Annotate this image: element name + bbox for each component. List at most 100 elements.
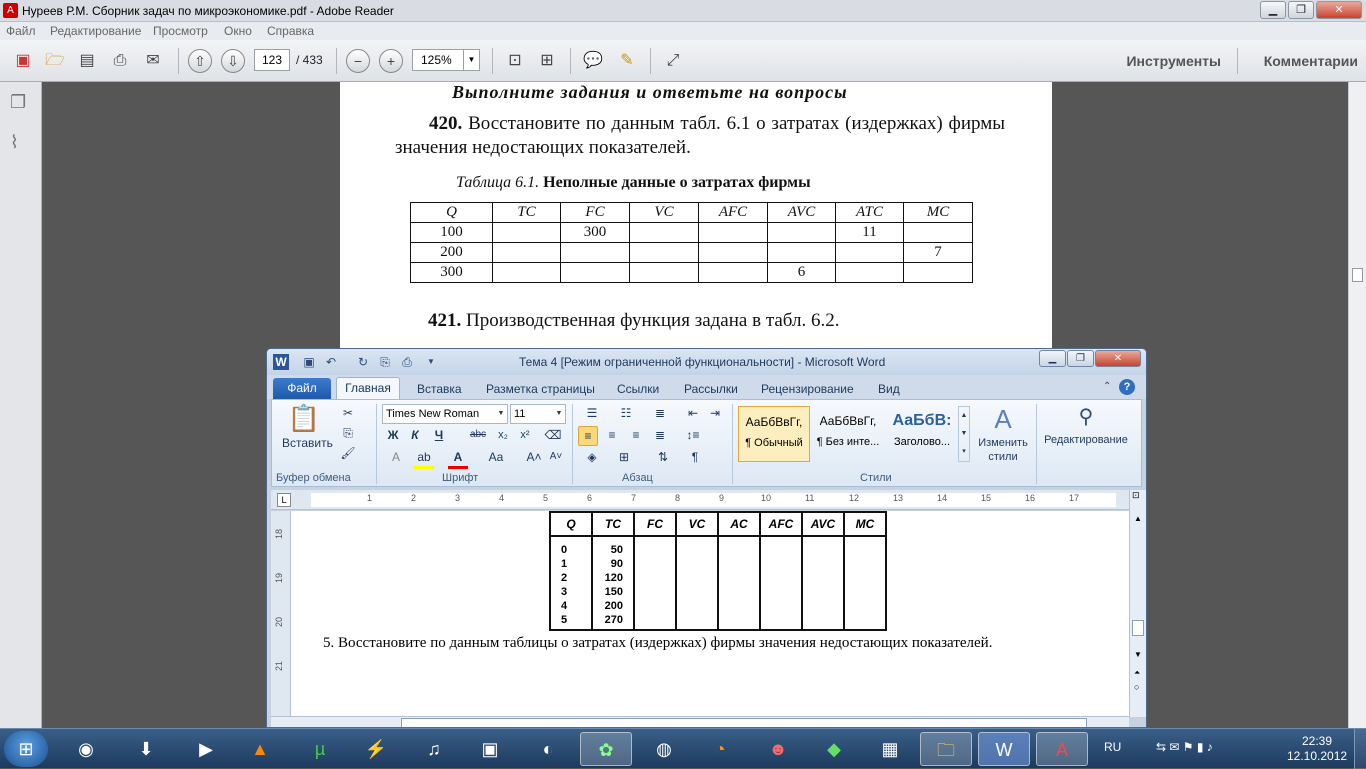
style-normal[interactable]: АаБбВвГг, ¶ Обычный xyxy=(738,406,810,462)
zoom-out-button[interactable]: − xyxy=(346,49,370,73)
itunes-icon[interactable]: ♫ xyxy=(408,732,460,766)
strikethrough-button[interactable]: abc xyxy=(466,426,490,444)
multilevel-list-icon[interactable]: ≣ xyxy=(646,404,674,422)
word-minimize-button[interactable]: ▁ xyxy=(1039,350,1066,367)
fit-width-icon[interactable]: ⊞ xyxy=(534,48,560,74)
align-right-button[interactable]: ≡ xyxy=(626,426,646,444)
font-size-select[interactable]: 11 ▼ xyxy=(510,404,566,424)
language-indicator[interactable]: RU xyxy=(1104,740,1121,754)
redo-icon[interactable]: ↻ xyxy=(355,354,371,370)
numbering-icon[interactable]: ☷ xyxy=(612,404,640,422)
print-icon[interactable]: ⎙ xyxy=(399,354,415,370)
print-icon[interactable]: ⎙ xyxy=(107,48,133,74)
comment-icon[interactable]: 💬 xyxy=(580,48,606,74)
tools-button[interactable]: Инструменты xyxy=(1126,53,1221,69)
justify-button[interactable]: ≣ xyxy=(650,426,670,444)
vlc-icon[interactable]: ▲ xyxy=(234,732,286,766)
word-document-page[interactable]: Q TC FC VC AC AFC AVC MC 0 1 2 3 4 5 50 … xyxy=(291,511,1129,716)
editing-button[interactable]: ⚲ Редактирование xyxy=(1040,402,1132,462)
adobe-taskbar-icon[interactable]: A xyxy=(1036,732,1088,766)
highlight-icon[interactable]: ab xyxy=(414,448,434,469)
winamp-icon[interactable]: ⚡ xyxy=(350,732,402,766)
menu-help[interactable]: Справка xyxy=(267,24,314,38)
show-marks-icon[interactable]: ¶ xyxy=(686,448,704,466)
underline-button[interactable]: Ч xyxy=(430,426,448,444)
shading-icon[interactable]: ◈ xyxy=(580,448,604,466)
prev-page-icon[interactable]: ⏶ xyxy=(1134,668,1140,678)
pages-icon[interactable]: ❐ xyxy=(10,92,26,113)
virtualbox-icon[interactable]: ▣ xyxy=(464,732,516,766)
font-name-select[interactable]: Times New Roman ▼ xyxy=(382,404,508,424)
copy-icon[interactable]: ⎘ xyxy=(340,424,356,442)
save-icon[interactable]: ▣ xyxy=(301,354,317,370)
chrome-icon[interactable]: ◉ xyxy=(60,732,112,766)
google-earth-icon[interactable]: ◍ xyxy=(638,732,690,766)
cut-icon[interactable]: ✂ xyxy=(340,404,356,422)
superscript-button[interactable]: x² xyxy=(516,426,534,444)
word-close-button[interactable]: ✕ xyxy=(1095,350,1141,367)
change-case-icon[interactable]: Aa xyxy=(484,448,508,466)
hscroll-thumb[interactable] xyxy=(401,718,1087,727)
comments-button[interactable]: Комментарии xyxy=(1264,53,1358,69)
word-taskbar-icon[interactable]: W xyxy=(978,732,1030,766)
sort-icon[interactable]: ⇅ xyxy=(654,448,672,466)
game-icon[interactable]: ◔ xyxy=(694,732,746,766)
pdf-scrollbar[interactable] xyxy=(1348,82,1366,728)
explorer-icon[interactable]: 🗀 xyxy=(920,732,972,766)
attachment-icon[interactable]: ⌇ xyxy=(10,132,19,153)
email-icon[interactable]: ✉ xyxy=(140,48,166,74)
tab-home[interactable]: Главная xyxy=(336,377,400,399)
help-icon[interactable]: ? xyxy=(1119,379,1135,395)
align-center-button[interactable]: ≡ xyxy=(602,426,622,444)
ruler-toggle-icon[interactable]: ⊡ xyxy=(1132,490,1140,501)
align-left-button[interactable]: ≡ xyxy=(578,426,598,446)
open-file-icon[interactable]: 🗁 xyxy=(42,48,68,74)
word-maximize-button[interactable]: ❐ xyxy=(1067,350,1094,367)
next-page-button[interactable]: ⇩ xyxy=(221,49,245,73)
borders-icon[interactable]: ⊞ xyxy=(612,448,636,466)
fullscreen-icon[interactable]: ⤢ xyxy=(660,48,686,74)
increase-indent-icon[interactable]: ⇥ xyxy=(706,404,724,422)
prev-page-button[interactable]: ⇧ xyxy=(188,49,212,73)
qip-icon[interactable]: ✿ xyxy=(580,732,632,766)
create-pdf-icon[interactable]: ▣ xyxy=(10,48,36,74)
clear-format-icon[interactable]: ⌫ xyxy=(544,426,562,444)
style-heading[interactable]: АаБбВ: Заголово... xyxy=(886,406,958,462)
rayman-icon[interactable]: ☻ xyxy=(752,732,804,766)
shrink-font-icon[interactable]: A˅ xyxy=(546,448,566,466)
sims-icon[interactable]: ◆ xyxy=(808,732,860,766)
browse-object-icon[interactable]: ○ xyxy=(1134,682,1139,692)
close-button[interactable]: ✕ xyxy=(1316,1,1362,19)
app-icon[interactable]: ◐ xyxy=(522,732,574,766)
zoom-select[interactable]: 125% ▼ xyxy=(412,49,480,71)
show-desktop-button[interactable] xyxy=(1354,729,1366,769)
menu-view[interactable]: Просмотр xyxy=(153,24,208,38)
utorrent-icon[interactable]: µ xyxy=(294,732,346,766)
downloader-icon[interactable]: ⬇ xyxy=(120,732,172,766)
tray-icons[interactable]: ⇆ ✉ ⚑ ▮ ♪ xyxy=(1156,740,1213,754)
tab-review[interactable]: Рецензирование xyxy=(761,382,854,396)
subscript-button[interactable]: x₂ xyxy=(494,426,512,444)
tab-page-layout[interactable]: Разметка страницы xyxy=(486,382,595,396)
menu-file[interactable]: Файл xyxy=(6,24,36,38)
grow-font-icon[interactable]: A˄ xyxy=(524,448,544,466)
style-no-spacing[interactable]: АаБбВвГг, ¶ Без инте... xyxy=(812,406,884,462)
undo-icon[interactable]: ↶ xyxy=(323,354,339,370)
bullets-icon[interactable]: ☰ xyxy=(578,404,606,422)
tab-references[interactable]: Ссылки xyxy=(617,382,659,396)
line-spacing-icon[interactable]: ↕≡ xyxy=(680,426,706,444)
text-effects-icon[interactable]: A xyxy=(386,448,406,466)
highlight-icon[interactable]: ✎ xyxy=(614,48,640,74)
kmplayer-icon[interactable]: ▶ xyxy=(180,732,232,766)
minimize-button[interactable]: ▁ xyxy=(1260,1,1286,19)
paste-button[interactable]: 📋 Вставить xyxy=(282,402,333,462)
scroll-thumb[interactable] xyxy=(1132,620,1144,636)
menu-window[interactable]: Окно xyxy=(224,24,252,38)
bold-button[interactable]: Ж xyxy=(384,426,402,444)
clock[interactable]: 22:39 12.10.2012 xyxy=(1287,734,1347,764)
zoom-in-button[interactable]: + xyxy=(379,49,403,73)
tab-file[interactable]: Файл xyxy=(273,378,331,399)
styles-scroll[interactable]: ▲ ▼ ▾ xyxy=(958,406,970,462)
print-preview-icon[interactable]: ⎘ xyxy=(377,354,393,370)
scroll-down-icon[interactable]: ▼ xyxy=(1134,650,1142,659)
